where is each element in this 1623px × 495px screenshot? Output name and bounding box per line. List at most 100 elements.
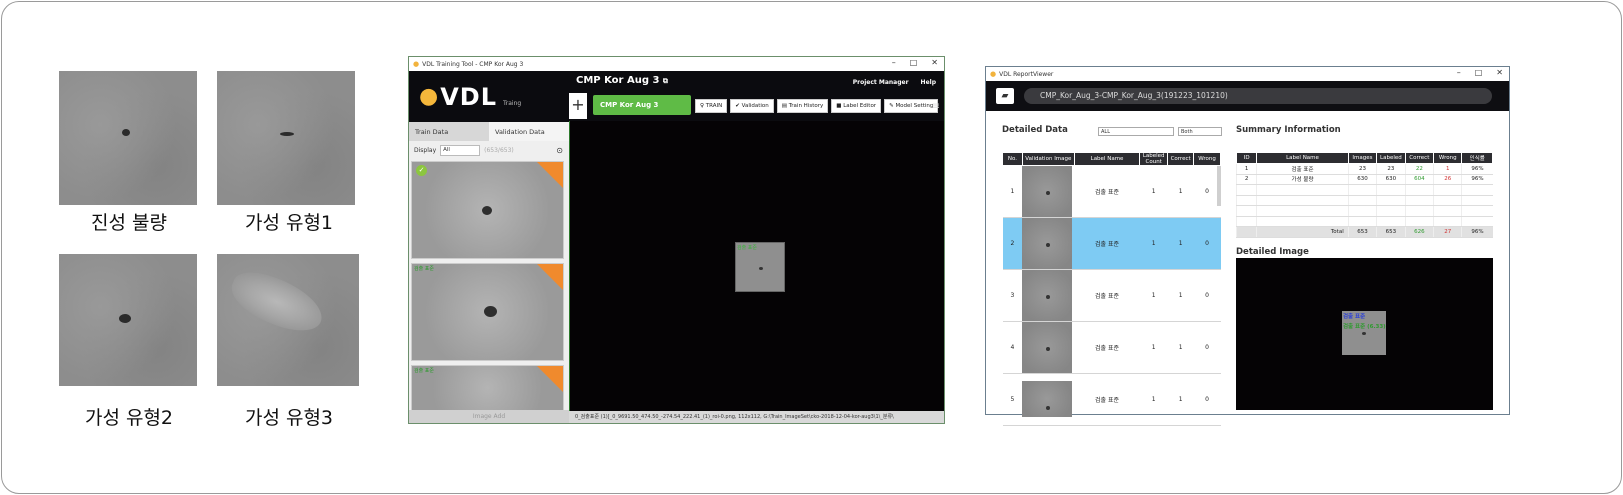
col-header: 인식률 xyxy=(1461,152,1493,164)
project-title: CMP Kor Aug 3 ⧉ xyxy=(576,75,668,86)
col-header: Labeled Count xyxy=(1139,152,1169,166)
minimize-icon[interactable]: – xyxy=(1457,68,1461,77)
label-editor-button[interactable]: ■ Label Editor xyxy=(831,99,882,113)
validation-image xyxy=(1022,373,1075,426)
thumbnail-item[interactable]: 검출 표준 xyxy=(411,263,564,361)
sample-image-false-type3 xyxy=(217,254,359,386)
sample-image-true-defect xyxy=(59,71,197,205)
maximize-icon[interactable]: □ xyxy=(1475,68,1483,77)
tool-buttons: ♀ TRAIN ✔ Validation ▤ Train History ■ L… xyxy=(695,99,939,113)
validation-image xyxy=(1022,321,1075,374)
report-header: ▰ CMP_Kor_Aug_3-CMP_Kor_Aug_3(191223_101… xyxy=(986,81,1509,111)
table-row-empty xyxy=(1235,195,1493,206)
table-row[interactable]: 4 검출 표준 1 1 0 xyxy=(1002,321,1221,374)
sample-image-false-type1 xyxy=(217,71,355,205)
settings-icon[interactable]: ⊙ xyxy=(556,146,563,155)
display-select[interactable]: All xyxy=(440,144,481,156)
table-row-selected[interactable]: 2 검출 표준 1 1 0 xyxy=(1002,217,1221,270)
col-header: Validation Image xyxy=(1021,152,1075,166)
train-button[interactable]: ♀ TRAIN xyxy=(695,99,728,113)
col-header: Label Name xyxy=(1073,152,1141,166)
bulb-icon: ● xyxy=(990,70,997,78)
training-tool-window: ● VDL Training Tool - CMP Kor Aug 3 – □ … xyxy=(408,56,945,424)
table-row[interactable]: 1 검출 표준 23 23 22 1 96% xyxy=(1235,163,1493,175)
open-folder-icon[interactable]: ▰ xyxy=(996,88,1014,104)
sample-caption-false-type2: 가성 유형2 xyxy=(84,407,174,429)
table-row-empty xyxy=(1235,184,1493,196)
train-history-button[interactable]: ▤ Train History xyxy=(776,99,829,113)
detailed-data-table: No. Validation Image Label Name Labeled … xyxy=(1002,152,1221,426)
col-header: Wrong xyxy=(1433,152,1463,164)
status-text: 0_검출표준 (1)[_0_9691.50_474.50_-274.54_222… xyxy=(575,414,894,420)
sample-caption-false-type1: 가성 유형1 xyxy=(244,212,334,234)
training-tool-main: CMP Kor Aug 3 ⧉ Project Manager Help + C… xyxy=(569,71,944,423)
training-tool-sidebar: ● VDL Traing Train Data Validation Data … xyxy=(409,71,569,423)
col-header: Correct xyxy=(1167,152,1195,166)
display-filter-row: Display All (653/653) ⊙ xyxy=(409,141,569,159)
table-row-empty xyxy=(1235,205,1493,217)
detail-image-patch: 검출 표준 검출 표준 (6.33) xyxy=(1342,311,1386,355)
table-scrollbar[interactable] xyxy=(1217,166,1221,206)
orange-corner-marker xyxy=(537,264,563,290)
hamburger-menu-icon[interactable]: ≡ xyxy=(932,101,940,112)
thumbnail-label: 검출 표준 xyxy=(414,368,434,374)
top-menu: Project Manager Help xyxy=(853,79,936,86)
window-title: VDL ReportViewer xyxy=(999,70,1054,78)
col-header: No. xyxy=(1002,152,1023,166)
result-filter-select[interactable]: Both xyxy=(1178,127,1222,136)
detail-label-actual: 검출 표준 xyxy=(1343,312,1366,320)
status-bar: 0_검출표준 (1)[_0_9691.50_474.50_-274.54_222… xyxy=(569,411,944,423)
image-add-button[interactable]: Image Add xyxy=(409,410,569,423)
minimize-icon[interactable]: – xyxy=(892,58,896,67)
data-tabs: Train Data Validation Data xyxy=(409,122,569,141)
tab-validation-data[interactable]: Validation Data xyxy=(489,122,569,141)
project-tab[interactable]: CMP Kor Aug 3 xyxy=(593,95,691,115)
orange-corner-marker xyxy=(537,162,563,188)
orange-corner-marker xyxy=(537,366,563,392)
menu-help[interactable]: Help xyxy=(921,79,936,86)
report-viewer-body: ▰ CMP_Kor_Aug_3-CMP_Kor_Aug_3(191223_101… xyxy=(986,81,1509,426)
detailed-image-title: Detailed Image xyxy=(1236,247,1309,257)
validation-button[interactable]: ✔ Validation xyxy=(730,99,774,113)
table-row[interactable]: 3 검출 표준 1 1 0 xyxy=(1002,269,1221,322)
external-link-icon[interactable]: ⧉ xyxy=(663,77,668,85)
table-row[interactable]: 5 검출 표준 1 1 0 xyxy=(1002,373,1221,426)
detailed-image-view[interactable]: 검출 표준 검출 표준 (6.33) xyxy=(1236,258,1493,410)
summary-total-row: Total 653 653 626 27 96% xyxy=(1235,226,1493,238)
table-row[interactable]: 1 검출 표준 1 1 0 xyxy=(1002,165,1221,218)
detail-label-predicted: 검출 표준 (6.33) xyxy=(1343,324,1386,330)
validation-image xyxy=(1022,165,1075,218)
thumbnail-item[interactable]: ✓ xyxy=(411,161,564,259)
report-viewer-window: ● VDL ReportViewer – □ ✕ ▰ CMP_Kor_Aug_3… xyxy=(985,66,1510,426)
col-header: ID xyxy=(1235,152,1258,164)
report-viewer-titlebar: ● VDL ReportViewer – □ ✕ xyxy=(986,67,1509,81)
check-icon: ✓ xyxy=(416,165,427,176)
menu-project-manager[interactable]: Project Manager xyxy=(853,79,909,86)
detailed-data-title: Detailed Data xyxy=(1002,125,1068,135)
canvas-label: 검출 표준 xyxy=(737,245,757,251)
thumbnail-label: 검출 표준 xyxy=(414,266,434,272)
table-row-empty xyxy=(1235,216,1493,227)
vdl-logo: ● VDL Traing xyxy=(409,71,569,122)
training-tool-titlebar: ● VDL Training Tool - CMP Kor Aug 3 – □ … xyxy=(409,57,944,71)
model-setting-button[interactable]: ✎ Model Setting xyxy=(884,99,939,113)
bulb-icon: ● xyxy=(413,60,420,68)
tab-train-data[interactable]: Train Data xyxy=(409,122,489,141)
col-header: Wrong xyxy=(1193,152,1221,166)
close-icon[interactable]: ✕ xyxy=(1496,68,1503,77)
thumbnail-item[interactable]: 검출 표준 xyxy=(411,365,564,411)
label-filter-select[interactable]: ALL xyxy=(1098,127,1174,136)
sample-image-false-type2 xyxy=(59,254,197,386)
image-canvas[interactable]: 검출 표준 xyxy=(569,121,944,411)
validation-image xyxy=(1022,269,1075,322)
table-row[interactable]: 2 가성 불량 630 630 604 26 96% xyxy=(1235,174,1493,185)
add-project-button[interactable]: + xyxy=(569,93,587,119)
display-count: (653/653) xyxy=(484,146,514,154)
canvas-image-patch: 검출 표준 xyxy=(735,242,785,292)
maximize-icon[interactable]: □ xyxy=(910,58,918,67)
close-icon[interactable]: ✕ xyxy=(931,58,938,67)
window-title: VDL Training Tool - CMP Kor Aug 3 xyxy=(422,60,524,68)
validation-image xyxy=(1022,217,1075,270)
summary-title: Summary Information xyxy=(1236,125,1341,135)
col-header: Images xyxy=(1347,152,1378,164)
